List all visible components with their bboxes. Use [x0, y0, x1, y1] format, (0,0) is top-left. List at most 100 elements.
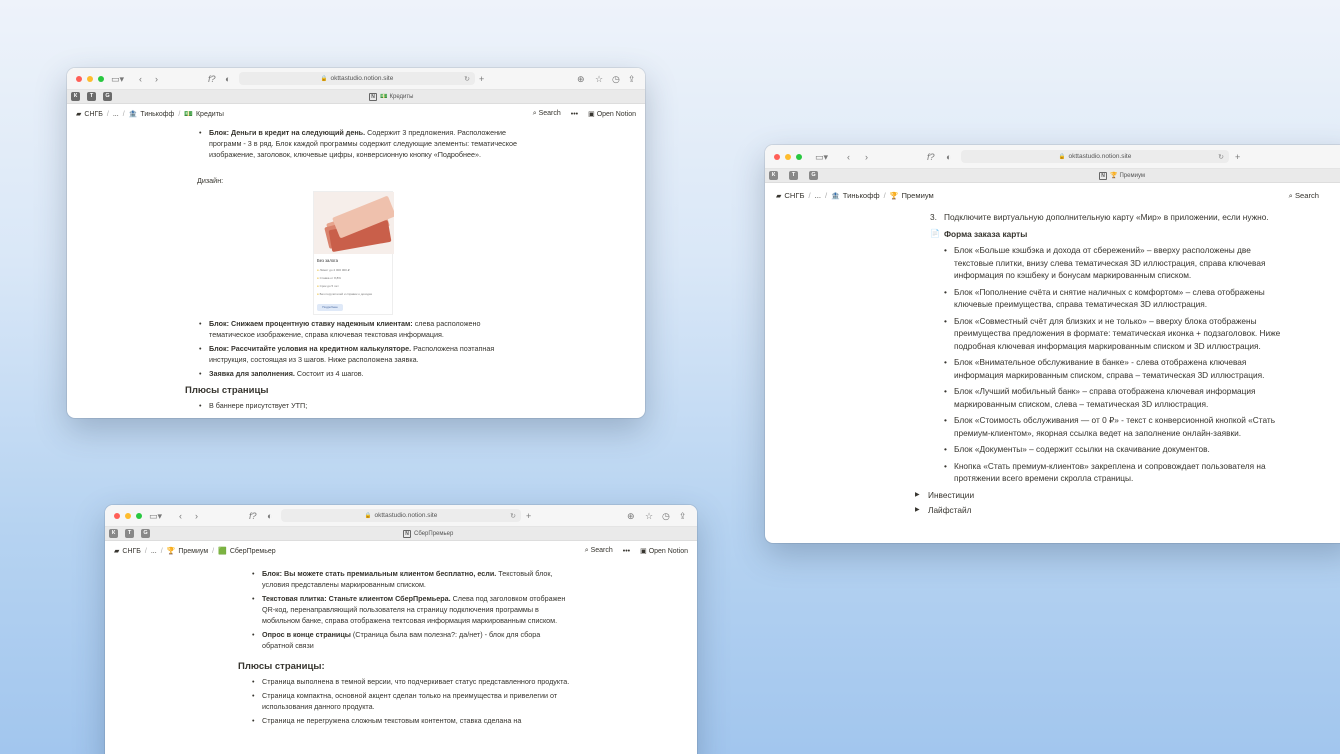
breadcrumb-item[interactable]: Тинькофф — [843, 191, 880, 200]
topbar-actions: ⌕ Search ••• ▣ Open Notion — [585, 547, 688, 555]
breadcrumb-item[interactable]: ... — [815, 191, 821, 200]
zoom-window-button[interactable] — [136, 513, 142, 519]
sidebar-icon[interactable]: ▭▾ — [111, 73, 124, 85]
toggle-lifestyle[interactable]: Лайфстайл — [915, 504, 1282, 517]
window-toolbar: ▭▾ ‹ › f? ◐ 🔒 okttastudio.notion.site ↻ … — [105, 505, 697, 527]
list-item: Опрос в конце страницы (Страница была ва… — [250, 629, 570, 651]
more-button[interactable]: ••• — [623, 548, 630, 555]
list-item: Блок: Рассчитайте условия на кредитном к… — [197, 343, 527, 365]
zoom-window-button[interactable] — [98, 76, 104, 82]
pinned-tab-icon[interactable]: К — [769, 171, 778, 180]
shield-icon[interactable]: ◐ — [225, 73, 230, 85]
item-text: Подключите виртуальную дополнительную ка… — [944, 212, 1269, 222]
active-tab[interactable]: N СберПремьер — [403, 529, 453, 539]
window-toolbar: ▭▾ ‹ › f? ◐ 🔒 okttastudio.notion.site ↻ … — [765, 145, 1340, 169]
back-icon[interactable]: ‹ — [179, 510, 182, 522]
share-icon[interactable]: ⇪ — [679, 510, 687, 522]
item-bold: Блок: Снижаем процентную ставку надежным… — [209, 319, 413, 328]
download-icon[interactable]: ⊕ — [627, 510, 635, 522]
bookmark-star-icon[interactable]: ☆ — [645, 510, 653, 522]
card-line: Без поручителей и справок о доходах — [317, 292, 373, 296]
zoom-window-button[interactable] — [796, 154, 802, 160]
function-icon[interactable]: f? — [208, 73, 216, 85]
item-bold: Блок: Деньги в кредит на следующий день. — [209, 128, 366, 137]
close-window-button[interactable] — [76, 76, 82, 82]
open-notion-button[interactable]: ▣ Open Notion — [640, 547, 688, 555]
address-bar[interactable]: 🔒 okttastudio.notion.site ↻ — [961, 150, 1229, 163]
search-button[interactable]: ⌕ Search — [1289, 191, 1319, 201]
search-button[interactable]: ⌕ Search — [533, 110, 561, 118]
forward-icon[interactable]: › — [865, 151, 868, 163]
notion-icon: ▣ — [640, 548, 649, 555]
pinned-tab-icon[interactable]: Т — [125, 529, 134, 538]
breadcrumb-item[interactable]: Премиум — [901, 191, 933, 200]
new-tab-icon[interactable]: + — [479, 73, 484, 85]
bookmark-star-icon[interactable]: ☆ — [595, 73, 603, 85]
breadcrumb-item[interactable]: ... — [113, 111, 119, 118]
notion-icon: N — [369, 93, 377, 101]
reload-icon[interactable]: ↻ — [1218, 153, 1224, 161]
sidebar-icon[interactable]: ▭▾ — [149, 510, 162, 522]
toggle-investments[interactable]: Инвестиции — [915, 489, 1282, 502]
function-icon[interactable]: f? — [249, 510, 257, 522]
breadcrumb-item[interactable]: Тинькофф — [140, 111, 174, 118]
pinned-tab-icon[interactable]: G — [103, 92, 112, 101]
card-line: Ставка от 8,8% — [317, 276, 341, 280]
subpage-link[interactable]: 📄 Форма заказа карты — [930, 228, 1282, 241]
list-item: Страница выполнена в темной версии, что … — [250, 676, 570, 687]
search-button[interactable]: ⌕ Search — [585, 547, 613, 555]
item-bold: Блок: Рассчитайте условия на кредитном к… — [209, 344, 412, 353]
breadcrumb-item[interactable]: ... — [151, 548, 157, 555]
page-icon: 📄 — [930, 228, 940, 238]
open-notion-button[interactable]: ▣ Open Notion — [588, 110, 636, 118]
pinned-tab-icon[interactable]: К — [71, 92, 80, 101]
pinned-tab-icon[interactable]: Т — [789, 171, 798, 180]
minimize-window-button[interactable] — [785, 154, 791, 160]
pinned-tab-icon[interactable]: Т — [87, 92, 96, 101]
minimize-window-button[interactable] — [87, 76, 93, 82]
history-icon[interactable]: ◷ — [662, 510, 670, 522]
list-item: Страница не перегружена сложным текстовы… — [250, 715, 570, 726]
active-tab[interactable]: N 🏆 Премиум — [1099, 171, 1145, 181]
new-tab-icon[interactable]: + — [526, 510, 531, 522]
more-button[interactable]: ••• — [571, 111, 578, 118]
design-preview-image[interactable]: Без залога Лимит до 2 000 000 ₽ Ставка о… — [313, 191, 394, 315]
new-tab-icon[interactable]: + — [1235, 151, 1240, 163]
pinned-tab-icon[interactable]: G — [809, 171, 818, 180]
page-content: Блок: Вы можете стать премиальным клиент… — [238, 568, 570, 729]
share-icon[interactable]: ⇪ — [628, 73, 636, 85]
open-notion-label: Open Notion — [648, 548, 688, 555]
history-icon[interactable]: ◷ — [612, 73, 620, 85]
traffic-lights — [76, 76, 104, 82]
back-icon[interactable]: ‹ — [847, 151, 850, 163]
shield-icon[interactable]: ◐ — [267, 510, 272, 522]
active-tab[interactable]: N 💵 Кредиты — [369, 92, 413, 102]
back-icon[interactable]: ‹ — [139, 73, 142, 85]
breadcrumb-item[interactable]: СНГБ — [122, 548, 141, 555]
lock-icon: 🔒 — [320, 75, 328, 82]
breadcrumb-item[interactable]: Кредиты — [196, 111, 224, 118]
tab-bar: К Т G N 🏆 Премиум — [765, 169, 1340, 183]
item-bold: Текстовая плитка: Станьте клиентом СберП… — [262, 594, 451, 603]
reload-icon[interactable]: ↻ — [510, 512, 516, 520]
breadcrumb-item[interactable]: СНГБ — [784, 191, 804, 200]
bank-icon: 🏦 — [128, 111, 138, 118]
close-window-button[interactable] — [114, 513, 120, 519]
card-details-button: Подробнее — [317, 304, 343, 311]
address-bar[interactable]: 🔒 okttastudio.notion.site ↻ — [281, 509, 521, 522]
close-window-button[interactable] — [774, 154, 780, 160]
forward-icon[interactable]: › — [195, 510, 198, 522]
breadcrumb-item[interactable]: СНГБ — [84, 111, 103, 118]
pinned-tab-icon[interactable]: G — [141, 529, 150, 538]
address-bar[interactable]: 🔒 okttastudio.notion.site ↻ — [239, 72, 475, 85]
pinned-tab-icon[interactable]: К — [109, 529, 118, 538]
download-icon[interactable]: ⊕ — [577, 73, 585, 85]
breadcrumb-item[interactable]: Премиум — [178, 548, 208, 555]
function-icon[interactable]: f? — [927, 151, 935, 163]
minimize-window-button[interactable] — [125, 513, 131, 519]
shield-icon[interactable]: ◐ — [946, 151, 951, 163]
sidebar-icon[interactable]: ▭▾ — [815, 151, 828, 163]
reload-icon[interactable]: ↻ — [464, 75, 470, 83]
forward-icon[interactable]: › — [155, 73, 158, 85]
breadcrumb-item[interactable]: СберПремьер — [230, 548, 276, 555]
